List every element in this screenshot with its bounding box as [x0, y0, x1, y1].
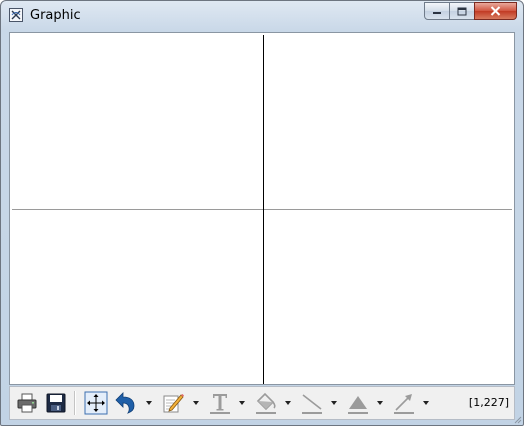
minimize-icon [433, 12, 441, 14]
undo-button[interactable] [113, 391, 139, 415]
arrow-tool-button[interactable] [391, 391, 417, 415]
resize-grip-icon[interactable] [512, 414, 522, 424]
close-icon [490, 6, 501, 16]
close-button[interactable] [474, 2, 517, 20]
maximize-button[interactable] [449, 2, 475, 20]
arrow-tool-dropdown[interactable] [421, 391, 431, 415]
chevron-down-icon [193, 401, 199, 405]
text-tool-icon [210, 394, 230, 414]
fill-bucket-icon [256, 392, 276, 414]
marker-tool-dropdown[interactable] [375, 391, 385, 415]
fit-view-icon [84, 391, 108, 415]
fill-tool-button[interactable] [253, 391, 279, 415]
line-tool-button[interactable] [299, 391, 325, 415]
chevron-down-icon [331, 401, 337, 405]
marker-tool-button[interactable] [345, 391, 371, 415]
save-icon [46, 393, 66, 413]
minimize-button[interactable] [424, 2, 450, 20]
cursor-coordinates: [1,227] [468, 396, 509, 409]
graphic-window-icon[interactable] [9, 8, 23, 22]
fill-tool-dropdown[interactable] [283, 391, 293, 415]
horizontal-axis-line [12, 209, 512, 210]
text-tool-dropdown[interactable] [237, 391, 247, 415]
line-tool-icon [302, 394, 322, 414]
save-button[interactable] [43, 391, 69, 415]
fit-view-button[interactable] [83, 391, 109, 415]
arrow-tool-icon [394, 394, 414, 414]
toolbar-separator [74, 391, 76, 415]
chevron-down-icon [146, 401, 152, 405]
bottom-toolbar: [1,227] [9, 386, 515, 420]
edit-pencil-icon [163, 394, 184, 413]
undo-dropdown[interactable] [144, 391, 154, 415]
print-button[interactable] [14, 391, 40, 415]
graphic-window: Graphic [1,227] [0, 0, 524, 426]
chevron-down-icon [239, 401, 245, 405]
text-tool-button[interactable] [207, 391, 233, 415]
chevron-down-icon [423, 401, 429, 405]
undo-icon [115, 392, 135, 414]
print-icon [17, 393, 37, 413]
window-title: Graphic [30, 8, 81, 23]
edit-button[interactable] [160, 391, 186, 415]
marker-triangle-icon [348, 396, 368, 414]
chevron-down-icon [285, 401, 291, 405]
vertical-axis-line [263, 35, 264, 384]
window-controls [424, 2, 517, 20]
graphic-canvas[interactable] [9, 32, 515, 385]
edit-dropdown[interactable] [191, 391, 201, 415]
title-bar[interactable]: Graphic [1, 1, 523, 31]
line-tool-dropdown[interactable] [329, 391, 339, 415]
maximize-icon [457, 7, 467, 15]
chevron-down-icon [377, 401, 383, 405]
